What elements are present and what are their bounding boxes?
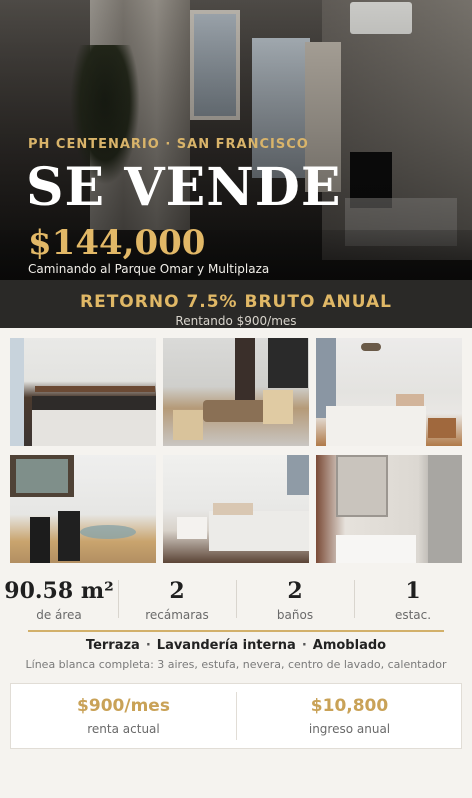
annual-income: $10,800 ingreso anual bbox=[237, 696, 462, 736]
annual-income-value: $10,800 bbox=[310, 696, 389, 716]
stat-bedrooms-label: recámaras bbox=[145, 608, 209, 622]
stat-bedrooms-value: 2 bbox=[169, 578, 185, 604]
kitchen-photo bbox=[10, 338, 156, 446]
dining-room-photo bbox=[163, 338, 309, 446]
annual-income-label: ingreso anual bbox=[308, 722, 391, 736]
second-bedroom-photo bbox=[163, 455, 309, 563]
feature-terrace: Terraza bbox=[85, 638, 140, 653]
terrace-photo bbox=[10, 455, 156, 563]
headline: SE VENDE bbox=[26, 157, 342, 218]
appliances-line: Línea blanca completa: 3 aires, estufa, … bbox=[25, 658, 447, 671]
stat-area: 90.58 m² de área bbox=[0, 578, 118, 622]
stat-parking: 1 estac. bbox=[354, 578, 472, 622]
features-line: Terraza · Lavandería interna · Amoblado bbox=[0, 638, 472, 653]
monthly-rent-value: $900/mes bbox=[77, 696, 170, 716]
rent-summary-card: $900/mes renta actual $10,800 ingreso an… bbox=[10, 683, 462, 749]
bedroom-photo bbox=[316, 338, 462, 446]
stat-parking-label: estac. bbox=[394, 608, 432, 622]
return-title: RETORNO 7.5% BRUTO ANUAL bbox=[80, 292, 392, 312]
return-subtitle: Rentando $900/mes bbox=[175, 314, 297, 328]
location-tagline: Caminando al Parque Omar y Multiplaza bbox=[28, 262, 270, 276]
feature-separator: · bbox=[145, 638, 151, 653]
stat-bathrooms: 2 baños bbox=[236, 578, 354, 622]
stat-bedrooms: 2 recámaras bbox=[118, 578, 236, 622]
stat-area-label: de área bbox=[36, 608, 82, 622]
bathroom-photo bbox=[316, 455, 462, 563]
monthly-rent-label: renta actual bbox=[87, 722, 160, 736]
gold-divider bbox=[28, 630, 444, 632]
feature-laundry: Lavandería interna bbox=[156, 638, 296, 653]
stat-parking-value: 1 bbox=[405, 578, 421, 604]
location-eyebrow: PH CENTENARIO · SAN FRANCISCO bbox=[28, 137, 309, 152]
stat-area-value: 90.58 m² bbox=[4, 578, 114, 604]
stat-bathrooms-label: baños bbox=[276, 608, 314, 622]
feature-furnished: Amoblado bbox=[312, 638, 387, 653]
feature-separator: · bbox=[301, 638, 307, 653]
sale-price: $144,000 bbox=[28, 223, 206, 263]
monthly-rent: $900/mes renta actual bbox=[11, 696, 236, 736]
stat-bathrooms-value: 2 bbox=[287, 578, 303, 604]
